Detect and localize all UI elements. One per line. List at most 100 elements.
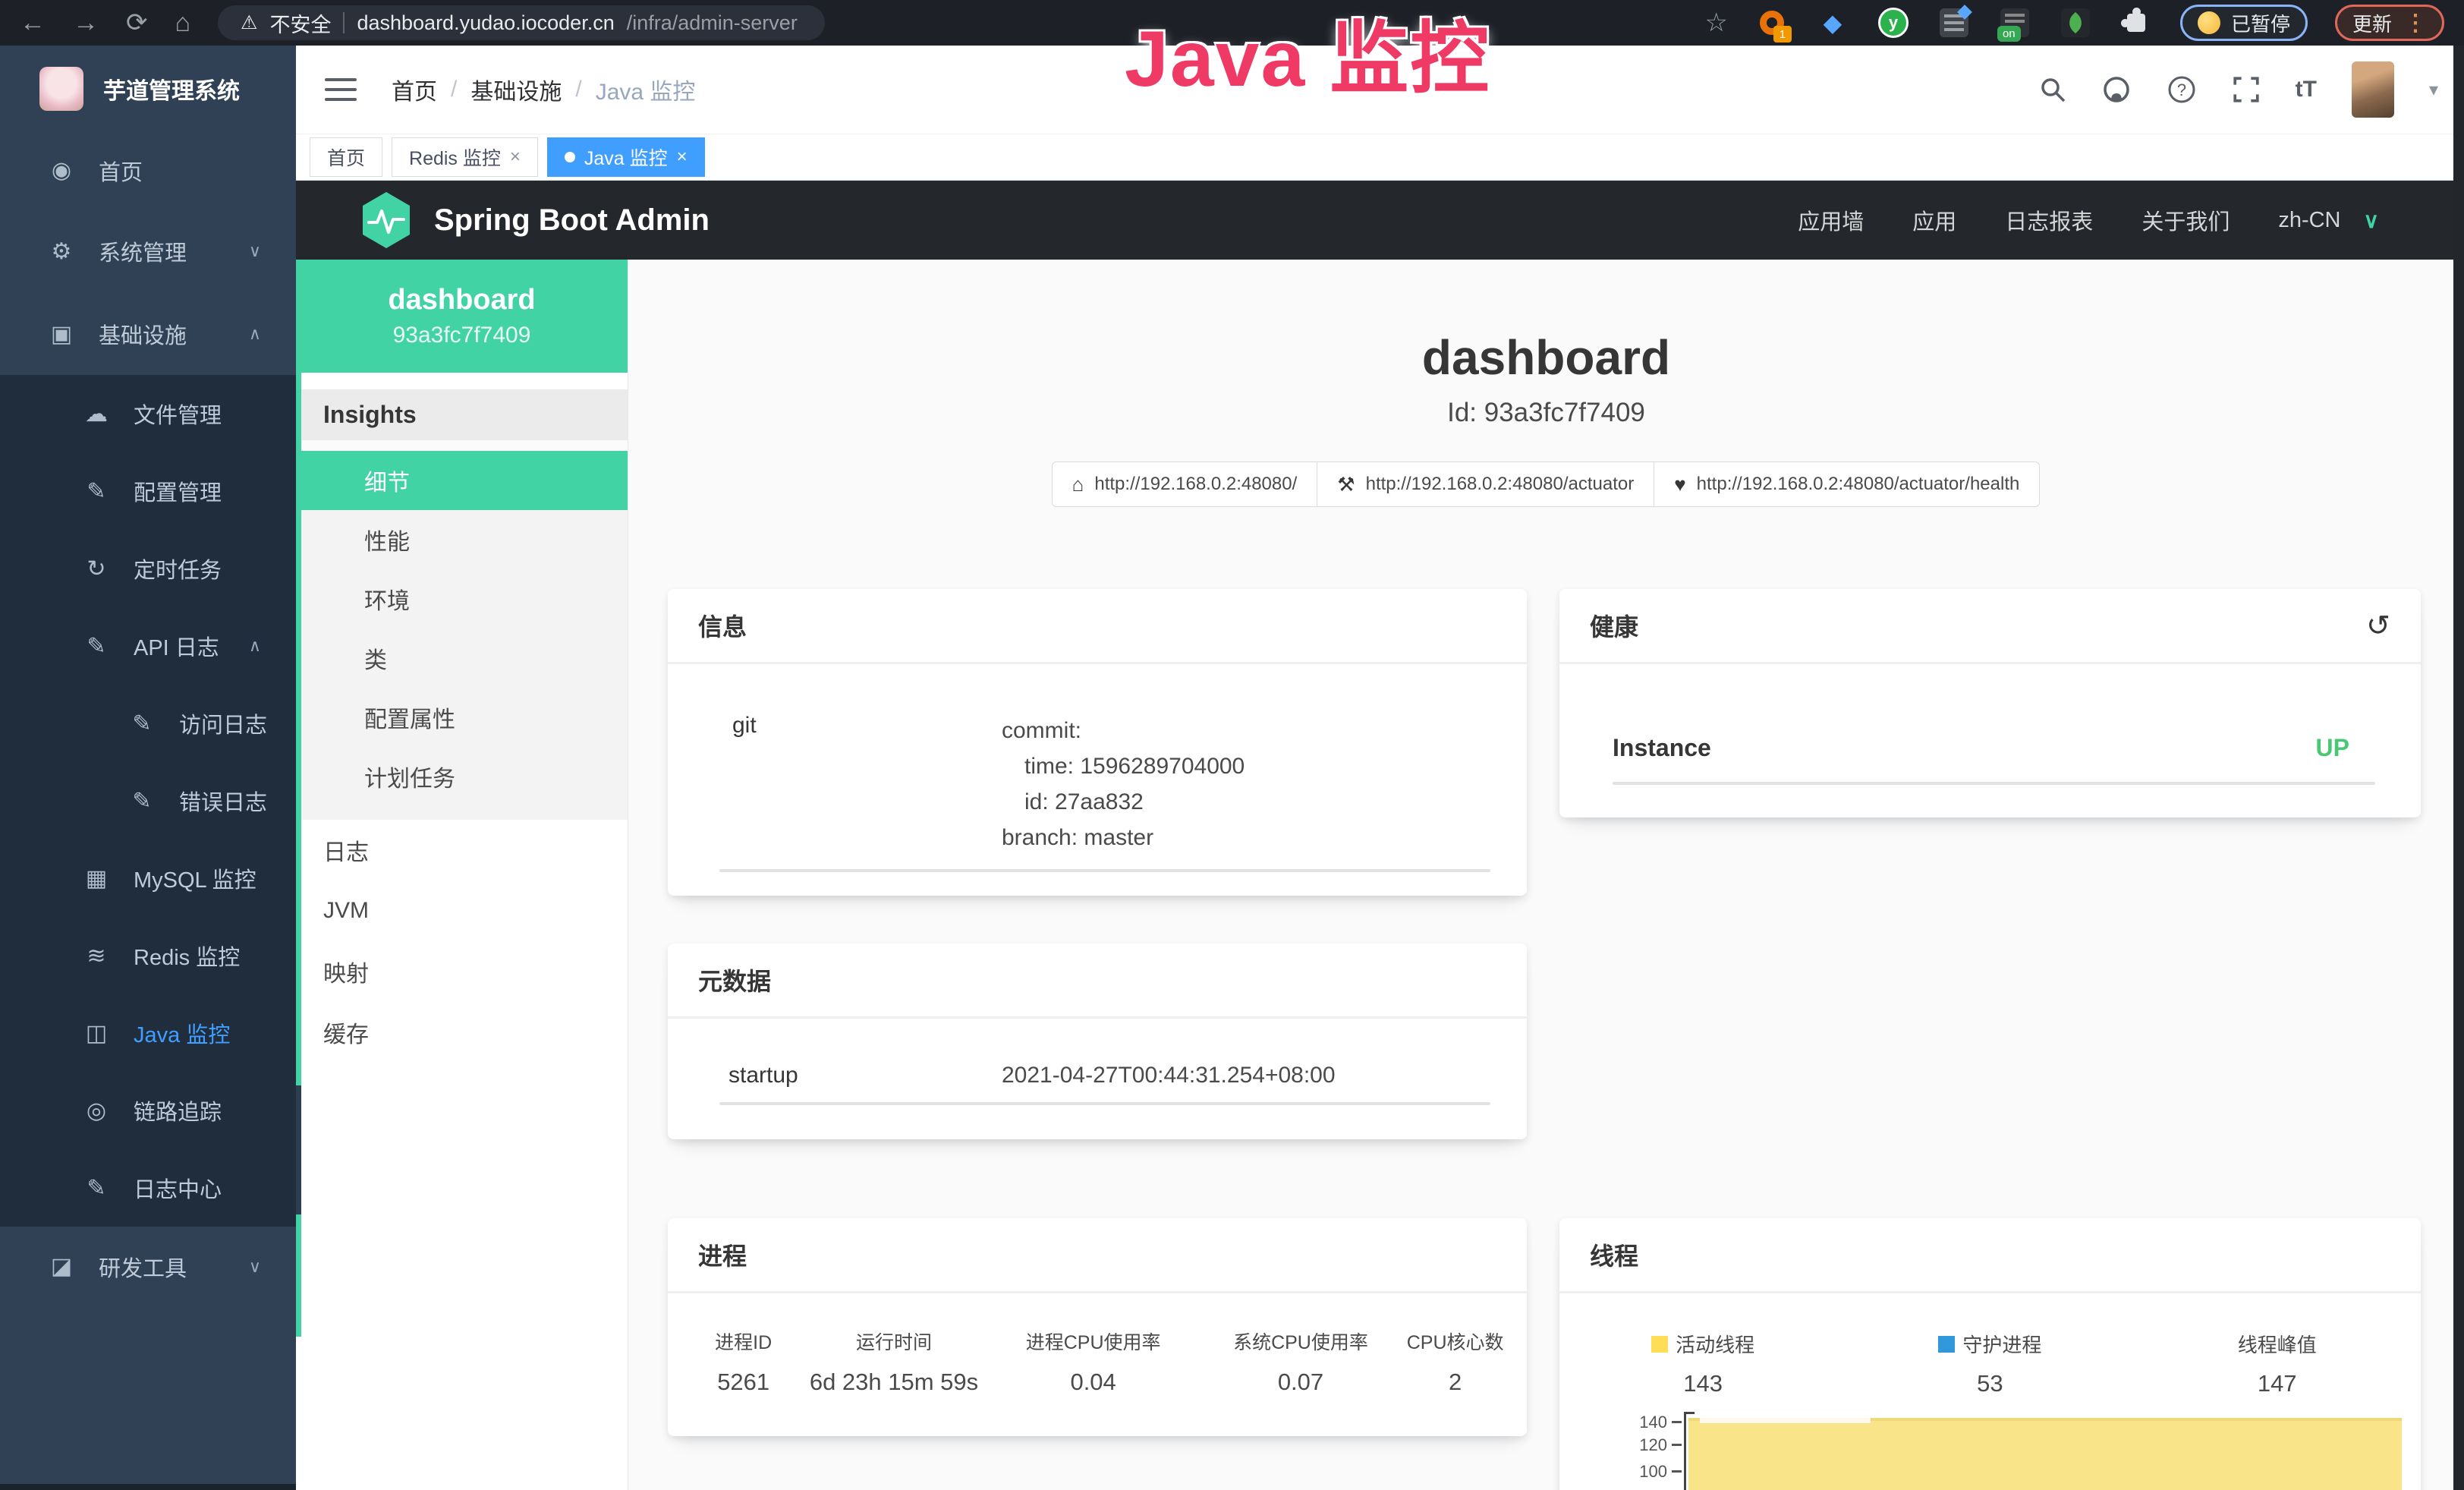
bookmark-star-icon[interactable]: ☆ bbox=[1704, 10, 1727, 36]
status-badge-up: UP bbox=[2316, 734, 2349, 762]
row-divider bbox=[719, 1102, 1490, 1105]
info-card-title: 信息 bbox=[668, 589, 1527, 664]
tab-java-monitor[interactable]: Java 监控 × bbox=[547, 137, 705, 177]
font-size-icon[interactable]: tT bbox=[2296, 77, 2317, 102]
extension-leaf-icon[interactable] bbox=[2059, 6, 2092, 39]
sidebar-item-redis-monitor[interactable]: ≋ Redis 监控 bbox=[0, 917, 296, 994]
briefcase-icon: ◪ bbox=[46, 1253, 77, 1280]
sba-instance-header[interactable]: dashboard 93a3fc7f7409 bbox=[296, 260, 628, 373]
browser-menu-icon[interactable]: ⋮ bbox=[2404, 10, 2427, 36]
threads-area-chart: 140 120 100 bbox=[1559, 1412, 2421, 1490]
wrench-icon: ⚒ bbox=[1337, 473, 1355, 496]
app-logo-row[interactable]: 芋道管理系统 bbox=[0, 46, 296, 131]
user-avatar[interactable] bbox=[2352, 61, 2394, 118]
sidebar-item-config-mgmt[interactable]: ✎ 配置管理 bbox=[0, 452, 296, 530]
sba-brand-title[interactable]: Spring Boot Admin bbox=[434, 203, 710, 238]
health-url-button[interactable]: ♥ http://192.168.0.2:48080/actuator/heal… bbox=[1654, 461, 2040, 507]
profile-paused-pill[interactable]: 已暂停 bbox=[2180, 5, 2308, 41]
sidebar-item-error-log[interactable]: ✎ 错误日志 bbox=[0, 762, 296, 840]
sidebar-item-file-mgmt[interactable]: ☁ 文件管理 bbox=[0, 375, 296, 452]
health-instance-label: Instance bbox=[1613, 734, 1711, 762]
chrome-update-button[interactable]: 更新 ⋮ bbox=[2335, 5, 2444, 41]
github-icon[interactable] bbox=[2101, 74, 2132, 105]
forward-icon[interactable]: → bbox=[73, 10, 99, 36]
sba-nav-about[interactable]: 关于我们 bbox=[2141, 204, 2230, 236]
breadcrumb-infrastructure[interactable]: 基础设施 bbox=[470, 73, 562, 106]
menu-item-jvm[interactable]: JVM bbox=[296, 880, 628, 941]
sba-locale-select[interactable]: zh-CN bbox=[2278, 208, 2340, 233]
warning-icon: ⚠ bbox=[241, 11, 257, 34]
back-icon[interactable]: ← bbox=[20, 10, 46, 36]
security-label[interactable]: 不安全 bbox=[269, 8, 331, 38]
sba-nav-applications[interactable]: 应用 bbox=[1912, 204, 1956, 236]
chevron-down-icon: ∨ bbox=[249, 1257, 261, 1277]
hamburger-icon[interactable] bbox=[325, 78, 357, 101]
chevron-up-icon: ∧ bbox=[249, 636, 261, 656]
sba-nav-journal[interactable]: 日志报表 bbox=[2005, 204, 2093, 236]
process-table-header: 进程ID 运行时间 进程CPU使用率 系统CPU使用率 CPU核心数 bbox=[668, 1328, 1527, 1355]
sidebar-scrollbar-thumb[interactable] bbox=[296, 1085, 301, 1214]
avatar-caret-icon[interactable]: ▾ bbox=[2429, 79, 2438, 101]
sba-nav-wallboard[interactable]: 应用墙 bbox=[1798, 204, 1864, 236]
page-scrollbar[interactable] bbox=[2453, 46, 2464, 1490]
fullscreen-icon[interactable] bbox=[2232, 75, 2261, 104]
menu-item-mappings[interactable]: 映射 bbox=[296, 941, 628, 1002]
extension-orange-icon[interactable]: 1 bbox=[1755, 6, 1789, 39]
help-icon[interactable]: ? bbox=[2167, 74, 2197, 105]
mysql-icon: ▦ bbox=[80, 865, 112, 892]
menu-item-config-props[interactable]: 配置属性 bbox=[296, 688, 628, 747]
breadcrumb-home[interactable]: 首页 bbox=[392, 73, 437, 106]
active-dot-icon bbox=[565, 152, 575, 162]
sidebar-item-java-monitor[interactable]: ◫ Java 监控 bbox=[0, 994, 296, 1072]
profile-emoji-icon bbox=[2198, 11, 2220, 34]
y-tick-100: 100 bbox=[1625, 1462, 1667, 1482]
heart-icon: ♥ bbox=[1674, 473, 1685, 496]
extension-grid-icon[interactable] bbox=[1937, 6, 1971, 39]
search-icon[interactable] bbox=[2039, 76, 2066, 103]
tab-redis-monitor[interactable]: Redis 监控 × bbox=[392, 137, 538, 177]
extension-pin-icon[interactable]: ◆ bbox=[1816, 6, 1849, 39]
extension-on-icon[interactable]: on bbox=[1998, 6, 2031, 39]
sidebar-item-infrastructure[interactable]: ▣ 基础设施 ∧ bbox=[0, 293, 296, 375]
edit-icon: ✎ bbox=[80, 478, 112, 505]
menu-item-classes[interactable]: 类 bbox=[296, 628, 628, 688]
extension-y-icon[interactable]: y bbox=[1877, 6, 1910, 39]
url-host[interactable]: dashboard.yudao.iocoder.cn bbox=[357, 11, 614, 35]
reload-icon[interactable]: ⟳ bbox=[126, 10, 148, 36]
history-icon[interactable]: ↺ bbox=[2366, 609, 2390, 643]
sba-logo-icon bbox=[360, 191, 413, 250]
sba-body: dashboard 93a3fc7f7409 Insights 细节 性能 环境… bbox=[296, 260, 2464, 1490]
sidebar-item-scheduled-jobs[interactable]: ↻ 定时任务 bbox=[0, 530, 296, 607]
health-instance-row[interactable]: Instance UP bbox=[1559, 664, 2421, 762]
service-url-button[interactable]: ⌂ http://192.168.0.2:48080/ bbox=[1052, 461, 1318, 507]
sidebar-item-mysql-monitor[interactable]: ▦ MySQL 监控 bbox=[0, 840, 296, 917]
timer-icon: ↻ bbox=[80, 556, 112, 582]
menu-item-details[interactable]: 细节 bbox=[296, 451, 628, 510]
locale-chevron-icon[interactable]: ∨ bbox=[2364, 208, 2380, 233]
sidebar-item-access-log[interactable]: ✎ 访问日志 bbox=[0, 685, 296, 762]
sidebar-item-system-mgmt[interactable]: ⚙ 系统管理 ∨ bbox=[0, 209, 296, 293]
close-icon[interactable]: × bbox=[677, 146, 688, 168]
menu-item-caches[interactable]: 缓存 bbox=[296, 1002, 628, 1063]
menu-item-metrics[interactable]: 性能 bbox=[296, 510, 628, 569]
sidebar-item-log-center[interactable]: ✎ 日志中心 bbox=[0, 1149, 296, 1227]
menu-item-environment[interactable]: 环境 bbox=[296, 569, 628, 628]
sidebar-item-api-log[interactable]: ✎ API 日志 ∧ bbox=[0, 607, 296, 685]
browser-home-icon[interactable]: ⌂ bbox=[175, 10, 191, 36]
breadcrumb: 首页 / 基础设施 / Java 监控 bbox=[392, 73, 695, 106]
menu-item-scheduled-tasks[interactable]: 计划任务 bbox=[296, 747, 628, 806]
tab-home[interactable]: 首页 bbox=[310, 137, 382, 177]
system-cpu-usage: 0.07 bbox=[1195, 1369, 1407, 1396]
close-icon[interactable]: × bbox=[510, 146, 521, 168]
sba-content: dashboard Id: 93a3fc7f7409 ⌂ http://192.… bbox=[628, 260, 2464, 1490]
sidebar-item-tracing[interactable]: ◎ 链路追踪 bbox=[0, 1072, 296, 1149]
actuator-url-button[interactable]: ⚒ http://192.168.0.2:48080/actuator bbox=[1317, 461, 1654, 507]
extensions-puzzle-icon[interactable] bbox=[2119, 6, 2153, 39]
menu-item-logs[interactable]: 日志 bbox=[296, 820, 628, 880]
header-tools: ? tT ▾ bbox=[2039, 61, 2464, 118]
sidebar-item-home[interactable]: ◉ 首页 bbox=[0, 131, 296, 209]
area-dip bbox=[1700, 1418, 1871, 1423]
address-bar[interactable]: ⚠ 不安全 dashboard.yudao.iocoder.cn/infra/a… bbox=[218, 5, 825, 40]
sidebar-item-dev-tools[interactable]: ◪ 研发工具 ∨ bbox=[0, 1227, 296, 1306]
instance-id: 93a3fc7f7409 bbox=[296, 323, 628, 348]
